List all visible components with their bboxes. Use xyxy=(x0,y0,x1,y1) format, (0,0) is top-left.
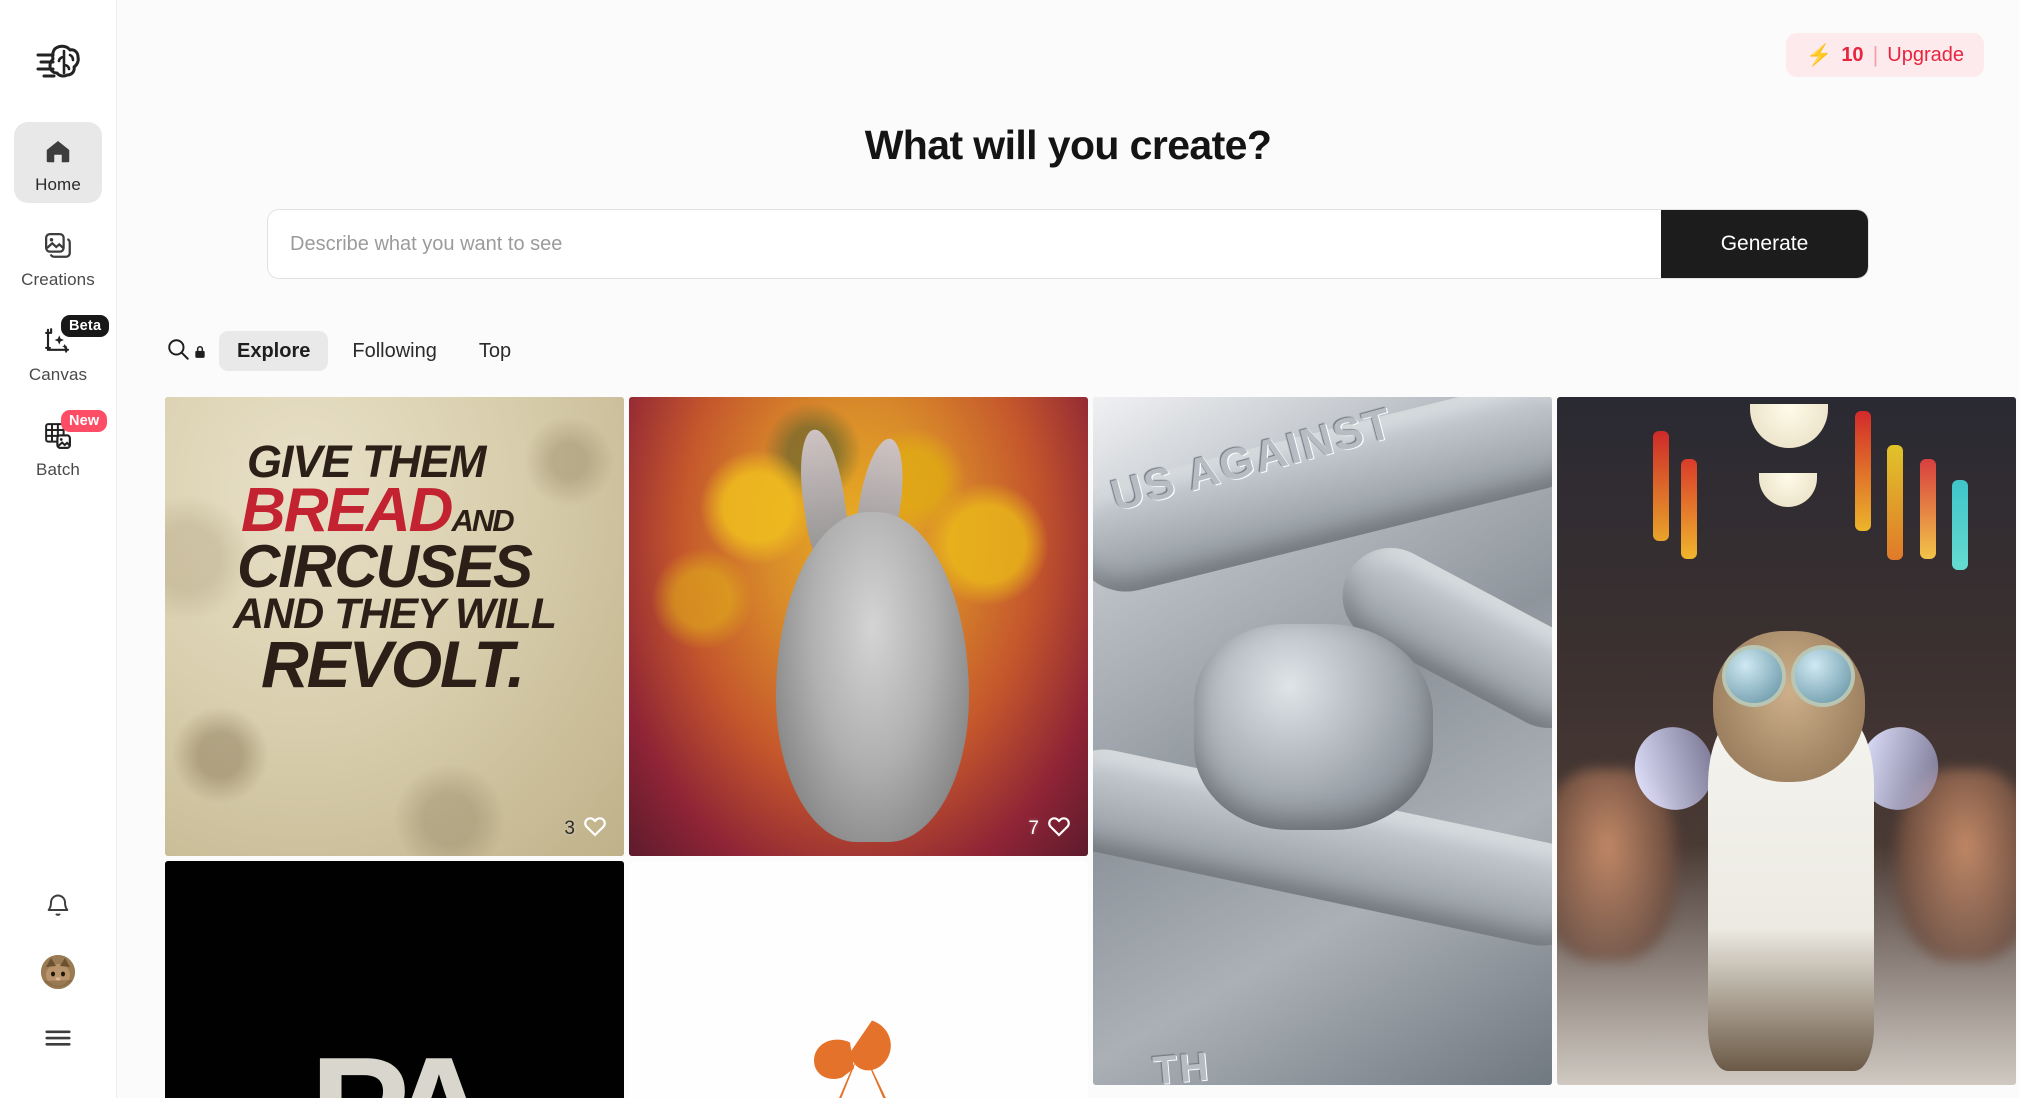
main-content: ⚡ 10 | Upgrade What will you create? Gen… xyxy=(117,0,2019,1098)
sidebar-item-batch[interactable]: New Batch xyxy=(14,407,108,488)
poster-line: CIRCUSES xyxy=(237,533,533,601)
artwork-rooster-logo xyxy=(629,861,1088,1098)
monogram-text: PA xyxy=(310,1024,493,1098)
poster-line: BREADAND xyxy=(241,476,515,546)
tab-top[interactable]: Top xyxy=(461,331,529,371)
artwork-lab-kitten xyxy=(1557,397,2016,1085)
images-icon xyxy=(41,229,75,263)
artwork-poster-bread-circuses: GIVE THEM BREADAND CIRCUSES AND THEY WIL… xyxy=(165,397,624,856)
heart-icon xyxy=(1046,813,1072,844)
sidebar-item-creations[interactable]: Creations xyxy=(14,217,102,298)
artwork-silver-hands: US AGAINST TH xyxy=(1093,397,1552,1085)
card-bread-circuses[interactable]: GIVE THEM BREADAND CIRCUSES AND THEY WIL… xyxy=(165,397,624,856)
test-tube xyxy=(1680,458,1697,559)
app-root: Home Creations Beta Canvas New Batch ⚡ 1… xyxy=(0,0,2019,1098)
tab-explore[interactable]: Explore xyxy=(219,331,329,371)
sidebar-item-home[interactable]: Home xyxy=(14,122,102,203)
user-avatar[interactable] xyxy=(32,946,84,998)
home-icon xyxy=(41,134,75,168)
like-count: 3 xyxy=(564,817,575,839)
feed-column xyxy=(1557,397,2016,1085)
like-count: 7 xyxy=(1028,817,1039,839)
lightning-bolt-icon: ⚡ xyxy=(1806,43,1833,67)
rabbit-body xyxy=(775,511,969,843)
test-tube xyxy=(1951,479,1968,570)
rooster-icon xyxy=(754,1010,964,1098)
sidebar: Home Creations Beta Canvas New Batch xyxy=(0,0,117,1098)
like-button[interactable]: 3 xyxy=(564,813,608,844)
sidebar-item-label: Home xyxy=(35,175,81,194)
like-button[interactable]: 7 xyxy=(1028,813,1072,844)
prompt-bar: Generate xyxy=(267,209,1869,279)
page-title: What will you create? xyxy=(864,122,1272,168)
canvas-icon: Beta xyxy=(41,315,110,358)
feed-column: US AGAINST TH xyxy=(1093,397,1552,1085)
credit-count: 10 xyxy=(1841,44,1864,66)
upgrade-label: Upgrade xyxy=(1887,44,1964,66)
brain-speed-logo-icon[interactable] xyxy=(34,38,82,86)
clasped-hands xyxy=(1193,624,1433,831)
goggles-lens xyxy=(1791,644,1856,707)
image-feed-grid: GIVE THEM BREADAND CIRCUSES AND THEY WIL… xyxy=(165,397,2019,1098)
search-button[interactable] xyxy=(165,336,207,367)
hamburger-menu-icon[interactable] xyxy=(32,1012,84,1064)
card-rabbit-painting[interactable]: 7 xyxy=(629,397,1088,856)
divider: | xyxy=(1872,42,1879,67)
card-rooster-logo[interactable] xyxy=(629,861,1088,1098)
goggles-lens xyxy=(1722,644,1787,707)
test-tube xyxy=(1919,458,1936,559)
card-black-monogram[interactable]: PA xyxy=(165,861,624,1098)
test-tube xyxy=(1653,431,1670,542)
feed-column: GIVE THEM BREADAND CIRCUSES AND THEY WIL… xyxy=(165,397,624,1098)
search-icon xyxy=(165,336,191,367)
heart-icon xyxy=(582,813,608,844)
card-silver-hands[interactable]: US AGAINST TH xyxy=(1093,397,1552,1085)
notifications-bell-icon[interactable] xyxy=(32,880,84,932)
batch-new-badge: New xyxy=(61,410,108,432)
artwork-black-monogram: PA xyxy=(165,861,624,1098)
poster-line: REVOLT. xyxy=(261,627,525,702)
lab-lamp xyxy=(1758,472,1817,507)
lock-icon xyxy=(193,345,207,364)
lab-lamp xyxy=(1749,403,1828,448)
upgrade-button[interactable]: ⚡ 10 | Upgrade xyxy=(1786,33,1984,77)
card-lab-kitten[interactable] xyxy=(1557,397,2016,1085)
test-tube xyxy=(1887,445,1904,561)
tab-following[interactable]: Following xyxy=(334,331,454,371)
sidebar-item-label: Creations xyxy=(21,270,95,289)
feed-column: 7 xyxy=(629,397,1088,1098)
generate-button[interactable]: Generate xyxy=(1661,210,1868,278)
feed-tabs: Explore Following Top xyxy=(165,331,2019,371)
canvas-beta-badge: Beta xyxy=(61,315,110,337)
artwork-rabbit-painting xyxy=(629,397,1088,856)
batch-icon: New xyxy=(41,410,108,453)
avatar xyxy=(41,955,75,989)
test-tube xyxy=(1855,410,1872,531)
sidebar-item-label: Batch xyxy=(36,460,80,479)
engraved-caption-secondary: TH xyxy=(1150,1044,1212,1085)
sidebar-item-canvas[interactable]: Beta Canvas xyxy=(14,312,110,393)
sidebar-bottom-actions xyxy=(0,880,116,1078)
sidebar-item-label: Canvas xyxy=(28,365,88,384)
prompt-input[interactable] xyxy=(268,210,1661,278)
sidebar-nav: Home Creations Beta Canvas New Batch xyxy=(0,122,116,502)
poster-text: GIVE THEM BREADAND CIRCUSES AND THEY WIL… xyxy=(165,397,624,856)
